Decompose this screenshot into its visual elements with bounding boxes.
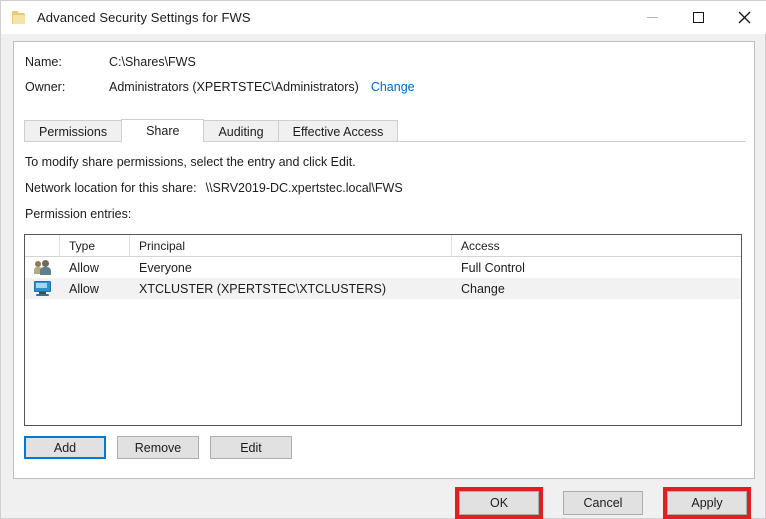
minimize-icon xyxy=(646,17,658,18)
entry-action-buttons: Add Remove Edit xyxy=(24,436,303,459)
dialog-footer: OK Cancel Apply xyxy=(1,479,765,519)
advanced-security-settings-dialog: Advanced Security Settings for FWS Name:… xyxy=(0,0,766,519)
owner-value: Administrators (XPERTSTEC\Administrators… xyxy=(109,80,359,94)
table-header: Type Principal Access xyxy=(25,235,741,257)
tab-permissions[interactable]: Permissions xyxy=(24,120,123,142)
column-header-access[interactable]: Access xyxy=(452,235,741,256)
remove-button[interactable]: Remove xyxy=(117,436,199,459)
title-bar: Advanced Security Settings for FWS xyxy=(1,1,766,34)
maximize-button[interactable] xyxy=(675,1,721,34)
tab-effective-access-label: Effective Access xyxy=(292,124,384,139)
tab-auditing-label: Auditing xyxy=(218,124,264,139)
name-label: Name: xyxy=(25,55,62,69)
permission-entries-list[interactable]: Type Principal Access Allow Everyone Ful… xyxy=(24,234,742,426)
row-access: Full Control xyxy=(461,260,525,275)
instruction-text: To modify share permissions, select the … xyxy=(25,155,356,169)
minimize-button[interactable] xyxy=(629,1,675,34)
row-type: Allow xyxy=(69,260,99,275)
tab-effective-access[interactable]: Effective Access xyxy=(277,120,399,142)
owner-row: Owner: Administrators (XPERTSTEC\Adminis… xyxy=(25,80,725,105)
ok-annotation-box: OK xyxy=(455,487,543,519)
window-controls xyxy=(629,1,766,34)
tab-permissions-label: Permissions xyxy=(39,124,108,139)
row-type: Allow xyxy=(69,281,99,296)
cancel-button-wrap: Cancel xyxy=(559,487,647,519)
network-location-value: \\SRV2019-DC.xpertstec.local\FWS xyxy=(205,181,403,195)
cancel-button[interactable]: Cancel xyxy=(563,491,643,515)
change-owner-link[interactable]: Change xyxy=(371,80,415,94)
row-access: Change xyxy=(461,281,505,296)
name-row: Name: C:\Shares\FWS xyxy=(25,55,725,80)
table-row[interactable]: Allow XTCLUSTER (XPERTSTEC\XTCLUSTERS) C… xyxy=(25,278,741,299)
tab-share[interactable]: Share xyxy=(121,119,205,143)
group-icon xyxy=(34,260,51,275)
row-icon-cell xyxy=(25,278,60,299)
maximize-icon xyxy=(692,12,704,23)
row-principal: XTCLUSTER (XPERTSTEC\XTCLUSTERS) xyxy=(139,281,387,296)
name-value: C:\Shares\FWS xyxy=(109,55,196,69)
close-button[interactable] xyxy=(721,1,766,34)
tab-strip: Permissions Share Auditing Effective Acc… xyxy=(24,119,746,143)
permission-entries-label: Permission entries: xyxy=(25,207,132,221)
column-header-icon xyxy=(25,235,60,256)
object-info: Name: C:\Shares\FWS Owner: Administrator… xyxy=(25,55,725,105)
owner-label: Owner: xyxy=(25,80,66,94)
table-row[interactable]: Allow Everyone Full Control xyxy=(25,257,741,278)
apply-annotation-box: Apply xyxy=(663,487,751,519)
network-location-line: Network location for this share: \\SRV201… xyxy=(25,181,725,207)
computer-icon xyxy=(34,281,51,296)
row-principal: Everyone xyxy=(139,260,192,275)
network-location-label: Network location for this share: xyxy=(25,181,197,195)
edit-button[interactable]: Edit xyxy=(210,436,292,459)
share-description: To modify share permissions, select the … xyxy=(25,155,725,233)
footer-button-group: OK Cancel Apply xyxy=(439,487,751,519)
tab-share-label: Share xyxy=(146,124,180,138)
apply-button[interactable]: Apply xyxy=(667,491,747,515)
column-header-principal[interactable]: Principal xyxy=(130,235,452,256)
add-button[interactable]: Add xyxy=(24,436,106,459)
content-panel: Name: C:\Shares\FWS Owner: Administrator… xyxy=(13,41,755,479)
ok-button[interactable]: OK xyxy=(459,491,539,515)
row-icon-cell xyxy=(25,257,60,278)
close-icon xyxy=(738,11,750,24)
window-title: Advanced Security Settings for FWS xyxy=(37,10,251,25)
tab-auditing[interactable]: Auditing xyxy=(203,120,279,142)
column-header-type[interactable]: Type xyxy=(60,235,130,256)
folder-icon xyxy=(11,10,27,26)
